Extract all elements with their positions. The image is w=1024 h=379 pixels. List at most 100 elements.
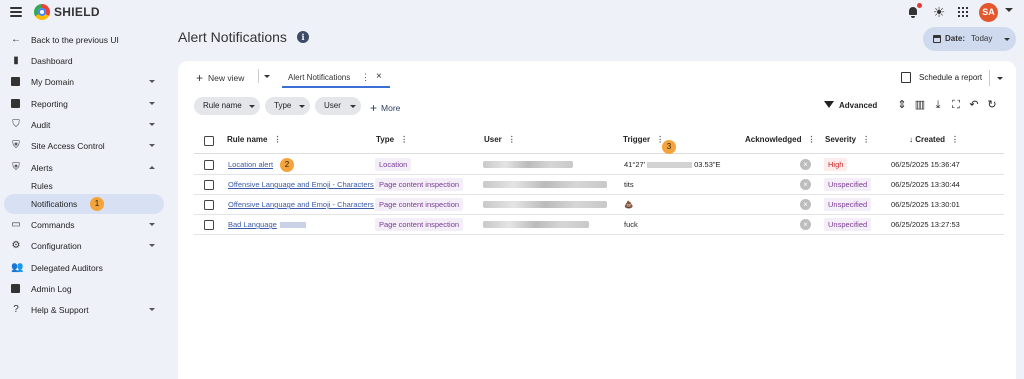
column-acknowledged[interactable]: Acknowledged ⋮ (745, 135, 815, 144)
rule-name-link[interactable]: Bad Language (228, 220, 306, 229)
chevron-down-icon (149, 244, 155, 247)
chevron-down-icon (149, 102, 155, 105)
column-type[interactable]: Type ⋮ (376, 135, 408, 144)
sidebar-item-admin-log[interactable]: Admin Log (4, 279, 164, 299)
apps-grid-icon[interactable] (958, 7, 968, 17)
avatar[interactable]: SA (979, 3, 998, 22)
sidebar-item-alerts[interactable]: ⛨ Alerts (4, 158, 164, 178)
filter-type[interactable]: Type (265, 97, 310, 115)
select-all-checkbox[interactable] (204, 136, 214, 146)
info-icon[interactable]: i (297, 31, 309, 43)
column-created[interactable]: ↓ Created ⋮ (909, 135, 959, 144)
acknowledge-icon[interactable]: × (800, 219, 811, 230)
chevron-down-icon[interactable] (997, 77, 1003, 80)
rule-name-link[interactable]: Location alert (228, 160, 273, 169)
sidebar-item-my-domain[interactable]: My Domain (4, 72, 164, 92)
density-icon[interactable]: ⇕ (896, 99, 908, 111)
sidebar-item-commands[interactable]: ▭ Commands (4, 215, 164, 235)
fullscreen-icon[interactable]: ⛶ (950, 99, 962, 111)
sidebar-item-configuration[interactable]: ⚙ Configuration (4, 236, 164, 256)
sidebar-item-rules[interactable]: Rules (4, 176, 164, 196)
column-trigger[interactable]: Trigger ⋮ (623, 135, 664, 144)
undo-icon[interactable]: ↶ (968, 99, 980, 111)
advanced-filter-button[interactable]: Advanced (824, 101, 877, 110)
acknowledge-icon[interactable]: × (800, 179, 811, 190)
sidebar-item-label: Commands (31, 220, 75, 230)
more-filters-button[interactable]: + More (370, 100, 400, 115)
gear-icon: ⚙ (11, 240, 21, 251)
close-icon[interactable]: × (376, 71, 382, 82)
divider (989, 70, 990, 86)
filter-label: Rule name (203, 101, 242, 110)
sidebar-item-site-access-control[interactable]: ⛨ Site Access Control (4, 136, 164, 156)
acknowledge-icon[interactable]: × (800, 159, 811, 170)
table-row[interactable]: Offensive Language and Emoji - Character… (194, 175, 1004, 195)
kebab-menu-icon[interactable]: ⋮ (508, 135, 516, 144)
sidebar-item-help-support[interactable]: ? Help & Support (4, 300, 164, 320)
schedule-report-button[interactable]: Schedule a report (897, 68, 987, 88)
row-checkbox[interactable] (204, 180, 214, 190)
created-date: 06/25/2025 13:30:44 (891, 180, 960, 189)
severity-badge: Unspecified (824, 178, 872, 191)
filter-user[interactable]: User (315, 97, 361, 115)
download-icon[interactable]: ⤓ (932, 99, 944, 111)
domain-icon (11, 77, 21, 87)
table-row[interactable]: Offensive Language and Emoji - Character… (194, 195, 1004, 215)
rule-name-link[interactable]: Offensive Language and Emoji - Character… (228, 200, 374, 209)
refresh-icon[interactable]: ↻ (986, 99, 998, 111)
acknowledge-icon[interactable]: × (800, 199, 811, 210)
table-header: Rule name ⋮ Type ⋮ User ⋮ Trigger ⋮ Acknowle… (194, 128, 1004, 154)
theme-sun-icon[interactable]: ☀ (931, 4, 947, 20)
new-view-button[interactable]: + New view (196, 70, 244, 85)
column-label: Acknowledged (745, 135, 802, 144)
user-redacted (483, 161, 573, 168)
kebab-menu-icon[interactable]: ⋮ (807, 135, 815, 144)
sidebar-item-notifications[interactable]: Notifications (4, 194, 164, 214)
columns-icon[interactable]: ▥ (914, 99, 926, 111)
advanced-label: Advanced (839, 101, 878, 110)
chevron-down-icon[interactable] (264, 75, 270, 78)
date-label: Date: (945, 34, 966, 43)
chevron-down-icon (350, 105, 356, 108)
notification-dot (917, 3, 922, 8)
kebab-menu-icon[interactable]: ⋮ (862, 135, 870, 144)
tab-alert-notifications[interactable]: Alert Notifications ⋮ × (282, 69, 390, 88)
sidebar-item-audit[interactable]: ⛉ Audit (4, 115, 164, 135)
row-checkbox[interactable] (204, 160, 214, 170)
kebab-menu-icon[interactable]: ⋮ (400, 135, 408, 144)
column-user[interactable]: User ⋮ (484, 135, 516, 144)
sidebar-item-label: Delegated Auditors (31, 263, 103, 273)
row-checkbox[interactable] (204, 200, 214, 210)
sidebar-item-label: Audit (31, 120, 51, 130)
kebab-menu-icon[interactable]: ⋮ (361, 72, 370, 83)
menu-icon[interactable] (10, 7, 22, 17)
filter-rule-name[interactable]: Rule name (194, 97, 260, 115)
sidebar-item-dashboard[interactable]: ▮ Dashboard (4, 51, 164, 71)
calendar-icon (933, 35, 941, 43)
row-checkbox[interactable] (204, 220, 214, 230)
table-row[interactable]: Bad Language Page content inspection fuc… (194, 215, 1004, 235)
rule-name-link[interactable]: Offensive Language and Emoji - Character… (228, 180, 374, 189)
chevron-down-icon (299, 105, 305, 108)
chevron-down-icon[interactable] (1005, 8, 1013, 12)
filter-label: User (324, 101, 341, 110)
column-severity[interactable]: Severity ⋮ (825, 135, 870, 144)
back-to-previous-ui[interactable]: ← Back to the previous UI (4, 30, 164, 50)
chevron-down-icon (149, 144, 155, 147)
schedule-label: Schedule a report (919, 73, 983, 82)
sidebar-item-label: My Domain (31, 77, 74, 87)
column-label: Created (915, 135, 946, 144)
kebab-menu-icon[interactable]: ⋮ (951, 135, 959, 144)
sidebar-item-reporting[interactable]: Reporting (4, 94, 164, 114)
date-filter[interactable]: Date: Today (923, 27, 1016, 51)
top-bar: SHIELD ☀ SA (0, 0, 1024, 26)
alert-shield-icon: ⛨ (12, 162, 20, 173)
table-row[interactable]: Location alert Location 41°27' 03.53"E × … (194, 155, 1004, 175)
notification-bell-icon[interactable] (908, 3, 922, 18)
column-rule-name[interactable]: Rule name ⋮ (227, 135, 281, 144)
view-tabs: + New view Alert Notifications ⋮ × Schedu… (178, 61, 1016, 91)
sidebar-item-label: Site Access Control (31, 141, 105, 151)
type-badge: Page content inspection (375, 178, 464, 191)
sidebar-item-delegated-auditors[interactable]: 👥 Delegated Auditors (4, 258, 164, 278)
kebab-menu-icon[interactable]: ⋮ (273, 135, 281, 144)
